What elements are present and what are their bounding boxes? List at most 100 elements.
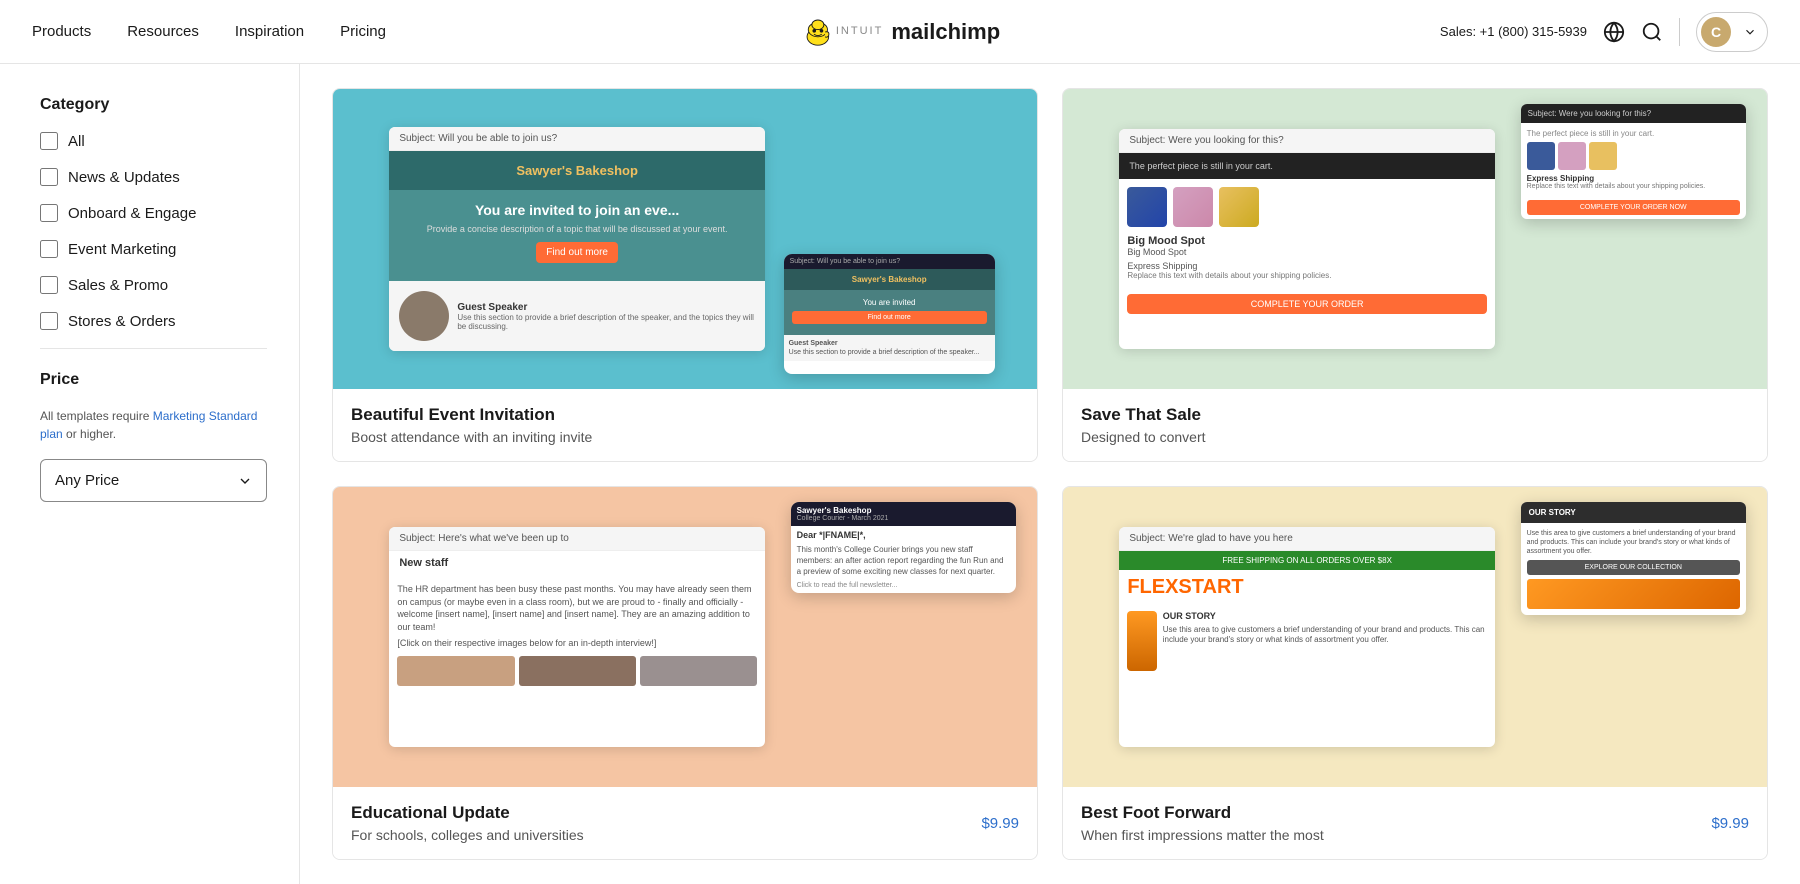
card-image-edu: Subject: Here's what we've been up to Ne…	[333, 487, 1037, 787]
category-news-updates[interactable]: News & Updates	[40, 168, 267, 186]
logo[interactable]: INTUIT mailchimp	[800, 14, 1000, 50]
price-section: Price All templates require Marketing St…	[40, 371, 267, 502]
edu-email-mock: Subject: Here's what we've been up to Ne…	[389, 527, 765, 747]
card-footer-event: Beautiful Event Invitation Boost attenda…	[351, 405, 1019, 445]
card-best-foot-forward[interactable]: Subject: We're glad to have you here FRE…	[1062, 486, 1768, 860]
price-note: All templates require Marketing Standard…	[40, 407, 267, 443]
logo-text: INTUIT mailchimp	[836, 21, 1000, 43]
sales-phone: Sales: +1 (800) 315-5939	[1440, 24, 1587, 39]
sale-second-cta: COMPLETE YOUR ORDER NOW	[1527, 200, 1740, 215]
nav-resources[interactable]: Resources	[127, 23, 199, 40]
nav-pricing[interactable]: Pricing	[340, 23, 386, 40]
card-image-sale: Subject: Were you looking for this? The …	[1063, 89, 1767, 389]
sale-email-header: Subject: Were you looking for this?	[1119, 129, 1495, 153]
category-news-updates-checkbox[interactable]	[40, 168, 58, 186]
mobile-cta: Find out more	[792, 311, 987, 324]
find-out-more-cta: Find out more	[536, 242, 618, 263]
card-price-bff: $9.99	[1711, 815, 1749, 832]
avatar: C	[1701, 17, 1731, 47]
sale-second-mock: Subject: Were you looking for this? The …	[1521, 104, 1746, 219]
category-onboard-engage-label: Onboard & Engage	[68, 205, 196, 222]
bff-story-mock: OUR STORY Use this area to give customer…	[1521, 502, 1746, 615]
edu-email-header: Subject: Here's what we've been up to	[389, 527, 765, 551]
event-mobile-mock: Subject: Will you be able to join us? Sa…	[784, 254, 995, 374]
category-sales-promo-label: Sales & Promo	[68, 277, 168, 294]
card-title-sale: Save That Sale	[1081, 405, 1206, 425]
card-info-bff: Best Foot Forward When first impressions…	[1063, 787, 1767, 859]
category-news-updates-label: News & Updates	[68, 169, 180, 186]
edu-content-body: The HR department has been busy these pa…	[389, 575, 765, 694]
category-stores-orders-label: Stores & Orders	[68, 313, 176, 330]
search-icon[interactable]	[1641, 21, 1663, 43]
nav-inspiration[interactable]: Inspiration	[235, 23, 304, 40]
card-info-sale: Save That Sale Designed to convert	[1063, 389, 1767, 461]
user-menu-button[interactable]: C	[1696, 12, 1768, 52]
card-title-event: Beautiful Event Invitation	[351, 405, 592, 425]
event-email-mock: Subject: Will you be able to join us? Sa…	[389, 127, 765, 351]
sale-products: Big Mood Spot Big Mood Spot Express Ship…	[1119, 179, 1495, 288]
bff-shipping-banner: FREE SHIPPING ON ALL ORDERS OVER $8X	[1119, 551, 1495, 570]
category-sales-promo-checkbox[interactable]	[40, 276, 58, 294]
card-footer-bff: Best Foot Forward When first impressions…	[1081, 803, 1749, 843]
category-stores-orders[interactable]: Stores & Orders	[40, 312, 267, 330]
card-image-bff: Subject: We're glad to have you here FRE…	[1063, 487, 1767, 787]
sale-email-mock: Subject: Were you looking for this? The …	[1119, 129, 1495, 349]
card-educational-update[interactable]: Subject: Here's what we've been up to Ne…	[332, 486, 1038, 860]
price-title: Price	[40, 371, 267, 389]
card-footer-edu: Educational Update For schools, colleges…	[351, 803, 1019, 843]
story-explore-cta: EXPLORE OUR COLLECTION	[1527, 560, 1740, 575]
category-event-marketing[interactable]: Event Marketing	[40, 240, 267, 258]
category-onboard-engage-checkbox[interactable]	[40, 204, 58, 222]
content-area: Subject: Will you be able to join us? Sa…	[300, 64, 1800, 884]
card-info-event: Beautiful Event Invitation Boost attenda…	[333, 389, 1037, 461]
bff-body: OUR STORY Use this area to give customer…	[1119, 605, 1495, 677]
header-divider	[1679, 18, 1680, 46]
sale-second-body: The perfect piece is still in your cart.…	[1521, 123, 1746, 196]
header: Products Resources Inspiration Pricing I…	[0, 0, 1800, 64]
bff-product-image	[1127, 611, 1156, 671]
card-title-bff: Best Foot Forward	[1081, 803, 1324, 823]
chevron-down-icon	[1743, 25, 1757, 39]
mailchimp-logo-icon	[800, 14, 836, 50]
price-select-wrapper: Any Price Free Paid	[40, 459, 267, 502]
card-subtitle-event: Boost attendance with an inviting invite	[351, 429, 592, 445]
card-subtitle-edu: For schools, colleges and universities	[351, 827, 584, 843]
card-subtitle-sale: Designed to convert	[1081, 429, 1206, 445]
edu-newsletter-mock: Sawyer's Bakeshop College Courier - Marc…	[791, 502, 1016, 593]
card-image-event: Subject: Will you be able to join us? Sa…	[333, 89, 1037, 389]
bff-email-mock: Subject: We're glad to have you here FRE…	[1119, 527, 1495, 747]
card-title-edu: Educational Update	[351, 803, 584, 823]
main-nav: Products Resources Inspiration Pricing	[32, 23, 386, 40]
category-stores-orders-checkbox[interactable]	[40, 312, 58, 330]
nav-products[interactable]: Products	[32, 23, 91, 40]
card-price-edu: $9.99	[981, 815, 1019, 832]
category-all[interactable]: All	[40, 132, 267, 150]
sale-email-content: The perfect piece is still in your cart.	[1119, 153, 1495, 179]
edu-content-header: New staff	[389, 551, 765, 575]
category-all-label: All	[68, 133, 85, 150]
header-right: Sales: +1 (800) 315-5939 C	[1440, 12, 1768, 52]
globe-icon[interactable]	[1603, 21, 1625, 43]
price-select[interactable]: Any Price Free Paid	[40, 459, 267, 502]
sale-second-header: Subject: Were you looking for this?	[1521, 104, 1746, 123]
card-beautiful-event-invitation[interactable]: Subject: Will you be able to join us? Sa…	[332, 88, 1038, 462]
mobile-header: Subject: Will you be able to join us?	[784, 254, 995, 269]
bff-brand-name: FLEXSTART	[1119, 570, 1495, 605]
card-subtitle-bff: When first impressions matter the most	[1081, 827, 1324, 843]
card-save-that-sale[interactable]: Subject: Were you looking for this? The …	[1062, 88, 1768, 462]
card-info-edu: Educational Update For schools, colleges…	[333, 787, 1037, 859]
sidebar-divider	[40, 348, 267, 349]
bakeshop-hero: You are invited to join an eve... Provid…	[389, 190, 765, 281]
bakeshop-brand: Sawyer's Bakeshop	[389, 151, 765, 190]
category-event-marketing-checkbox[interactable]	[40, 240, 58, 258]
category-onboard-engage[interactable]: Onboard & Engage	[40, 204, 267, 222]
category-all-checkbox[interactable]	[40, 132, 58, 150]
bff-email-header: Subject: We're glad to have you here	[1119, 527, 1495, 551]
email-header: Subject: Will you be able to join us?	[389, 127, 765, 151]
card-footer-sale: Save That Sale Designed to convert	[1081, 405, 1749, 445]
category-title: Category	[40, 96, 267, 114]
category-event-marketing-label: Event Marketing	[68, 241, 176, 258]
cards-grid: Subject: Will you be able to join us? Sa…	[332, 88, 1768, 860]
sale-cta: COMPLETE YOUR ORDER	[1127, 294, 1487, 314]
category-sales-promo[interactable]: Sales & Promo	[40, 276, 267, 294]
